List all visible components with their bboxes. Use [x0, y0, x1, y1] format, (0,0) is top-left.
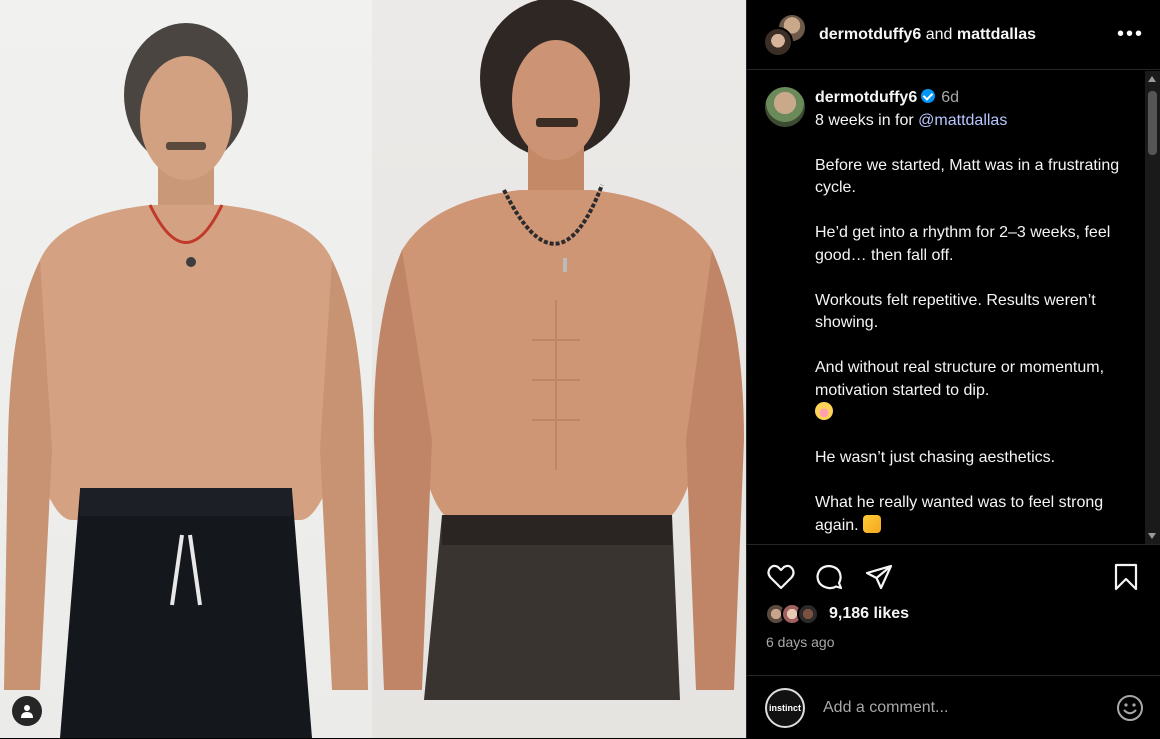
mention-link[interactable]: @mattdallas: [918, 112, 1007, 129]
collab-avatars[interactable]: [763, 12, 807, 57]
flexed-biceps-icon: [863, 514, 882, 533]
caption-paragraph: Before we started, Matt was in a frustra…: [815, 156, 1120, 197]
header-user2-link[interactable]: mattdallas: [957, 26, 1036, 43]
comment-icon: [816, 564, 843, 590]
avatar[interactable]: [765, 87, 805, 127]
comment-input[interactable]: [821, 697, 1116, 718]
tagged-users-button[interactable]: [12, 696, 42, 726]
likes-row: 9,186 likes: [765, 603, 909, 625]
action-bar: [765, 561, 1142, 595]
caption-paragraph-4: And without real structure or momentum, …: [815, 357, 1144, 425]
avatar: [763, 26, 793, 57]
caption-paragraph: He’d get into a rhythm for 2–3 weeks, fe…: [815, 224, 1111, 264]
share-icon: [865, 564, 893, 590]
caption-paragraph: Workouts felt repetitive. Results weren’…: [815, 291, 1096, 332]
comment-button[interactable]: [813, 561, 845, 593]
header-user1-link[interactable]: dermotduffy6: [819, 26, 921, 43]
post-panel: dermotduffy6 and mattdallas ••• dermotdu…: [746, 0, 1160, 738]
verified-badge-icon: [921, 89, 936, 103]
caption-line1: 8 weeks in for: [815, 111, 919, 129]
avatar: [797, 603, 819, 625]
caption-paragraph-text: What he really wanted was to feel strong…: [815, 494, 1104, 534]
before-photo: [0, 0, 372, 738]
caption-scroll-area[interactable]: dermotduffy6 6d 8 weeks in for @mattdalla…: [747, 71, 1144, 544]
avatar: instinct: [765, 687, 805, 728]
emoji-icon: [1117, 694, 1143, 721]
comment-bar: instinct: [747, 675, 1160, 739]
post-header: dermotduffy6 and mattdallas •••: [747, 0, 1160, 70]
like-button[interactable]: [765, 561, 797, 593]
emoji-button[interactable]: [1116, 694, 1144, 722]
save-button[interactable]: [1110, 561, 1142, 593]
likes-count[interactable]: 9,186 likes: [829, 605, 909, 623]
scroll-down-arrow-icon[interactable]: [1148, 533, 1156, 539]
collab-title: dermotduffy6 and mattdallas: [819, 26, 1117, 44]
bookmark-icon: [1114, 563, 1138, 591]
caption-scrollbar[interactable]: [1145, 71, 1160, 544]
after-photo: [372, 0, 746, 738]
caption-text: dermotduffy6 6d 8 weeks in for @mattdalla…: [815, 87, 1144, 537]
scrollbar-thumb[interactable]: [1148, 91, 1157, 155]
relieved-face-icon: [815, 402, 833, 420]
caption-paragraph: He wasn’t just chasing aesthetics.: [815, 449, 1056, 466]
user-icon: [21, 705, 33, 718]
caption-paragraph-6: What he really wanted was to feel strong…: [815, 492, 1144, 537]
header-and-text: and: [925, 25, 953, 43]
post-timestamp[interactable]: 6 days ago: [766, 634, 835, 650]
post-media[interactable]: [0, 0, 746, 738]
caption-time: 6d: [941, 89, 960, 106]
scroll-up-arrow-icon[interactable]: [1148, 76, 1156, 82]
share-button[interactable]: [863, 561, 895, 593]
heart-icon: [767, 564, 795, 590]
more-options-button[interactable]: •••: [1117, 23, 1144, 46]
post-footer: 9,186 likes 6 days ago instinct: [747, 544, 1160, 738]
caption-paragraph-text: And without real structure or momentum, …: [815, 359, 1105, 399]
caption-username-link[interactable]: dermotduffy6: [815, 89, 917, 106]
